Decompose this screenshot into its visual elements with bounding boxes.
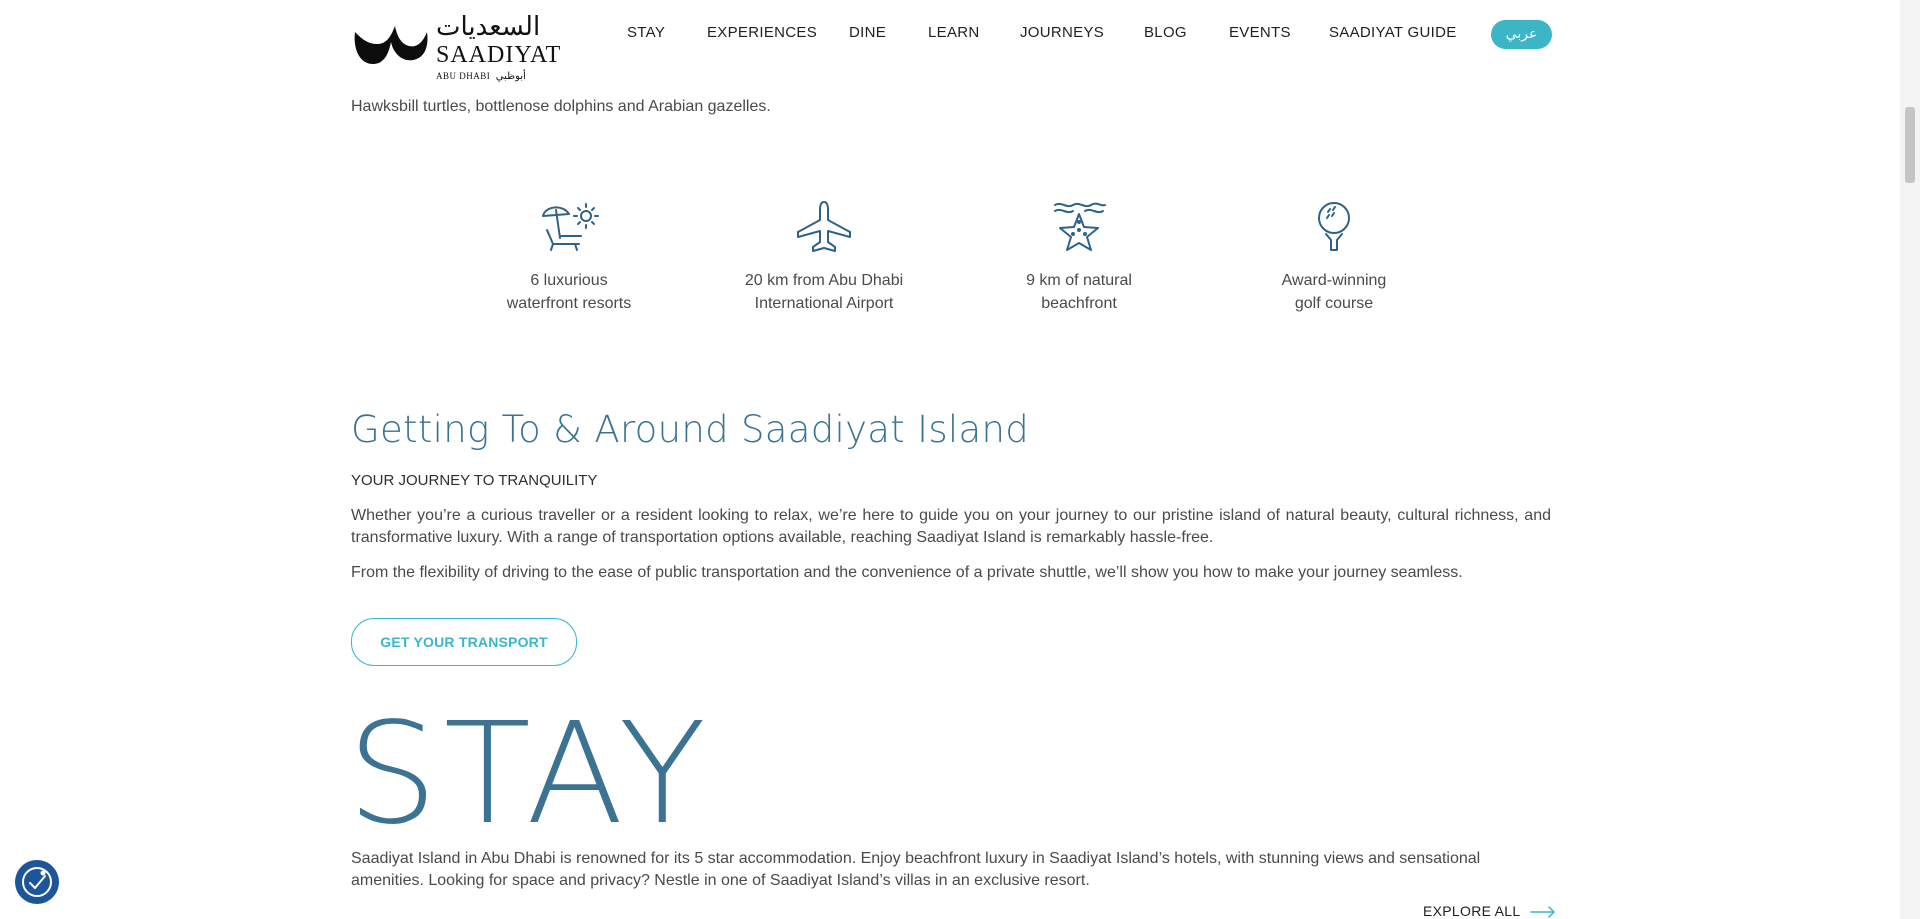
feature-resorts: 6 luxurious waterfront resorts [469,200,669,315]
page: السعديات SAADIYAT ABU DHABI أبوظبي STAY … [0,0,1920,919]
beach-chair-icon [542,203,599,251]
logo-arabic-text: السعديات [436,12,541,42]
arrow-right-icon [1530,906,1555,919]
golf-ball-icon [1318,202,1350,251]
starfish-icon [1054,202,1106,251]
accessibility-icon [22,867,52,897]
getting-around-paragraph-2: From the flexibility of driving to the e… [351,564,1463,581]
page-scrollbar[interactable] [1900,0,1920,919]
feature-line-1: 9 km of natural [1026,272,1132,289]
nav-item-journeys[interactable]: JOURNEYS [1020,24,1104,41]
logo-name-text: SAADIYAT [436,42,562,68]
feature-line-2: beachfront [1041,295,1117,312]
feature-line-2: waterfront resorts [506,295,632,312]
feature-label: Award-winning golf course [1234,269,1434,315]
feature-beachfront: 9 km of natural beachfront [979,200,1179,315]
saadiyat-logo[interactable]: السعديات SAADIYAT ABU DHABI أبوظبي [351,10,560,82]
logo-sub-right: أبوظبي [495,71,526,82]
feature-line-1: 20 km from Abu Dhabi [744,272,904,289]
stay-paragraph: Saadiyat Island in Abu Dhabi is renowned… [351,850,1481,889]
feature-line-1: Award-winning [1281,272,1387,289]
feature-line-2: International Airport [754,295,894,312]
airplane-icon [797,201,851,252]
stay-title: STAY [347,693,713,856]
nav-item-saadiyat-guide[interactable]: SAADIYAT GUIDE [1329,24,1457,41]
scrollbar-thumb[interactable] [1905,107,1915,183]
logo-mark-icon [354,26,428,64]
site-header: السعديات SAADIYAT ABU DHABI أبوظبي STAY … [0,0,1900,84]
nav-item-events[interactable]: EVENTS [1229,24,1291,41]
nav-item-learn[interactable]: LEARN [928,24,980,41]
getting-around-subtitle: YOUR JOURNEY TO TRANQUILITY [351,472,598,489]
get-your-transport-button[interactable]: GET YOUR TRANSPORT [351,618,577,666]
feature-airport: 20 km from Abu Dhabi International Airpo… [724,200,924,315]
feature-label: 6 luxurious waterfront resorts [469,269,669,315]
getting-around-title: Getting To & Around Saadiyat Island [351,408,1029,451]
explore-all-link[interactable]: EXPLORE ALL [1423,903,1556,919]
nav-item-blog[interactable]: BLOG [1144,24,1187,41]
explore-all-label: EXPLORE ALL [1423,903,1520,919]
getting-around-paragraph-1: Whether you’re a curious traveller or a … [351,507,1551,546]
logo-sub-left: ABU DHABI [436,71,491,81]
accessibility-button[interactable] [15,860,59,904]
feature-line-2: golf course [1294,295,1374,312]
feature-label: 20 km from Abu Dhabi International Airpo… [724,269,924,315]
logo-sub-text: ABU DHABI أبوظبي [436,71,526,82]
language-toggle-button[interactable]: عربي [1491,20,1552,49]
intro-text: Hawksbill turtles, bottlenose dolphins a… [351,98,771,115]
nav-item-dine[interactable]: DINE [849,24,886,41]
feature-golf: Award-winning golf course [1234,200,1434,315]
feature-label: 9 km of natural beachfront [979,269,1179,315]
nav-item-experiences[interactable]: EXPERIENCES [707,24,817,41]
nav-item-stay[interactable]: STAY [627,24,665,41]
feature-line-1: 6 luxurious [530,272,608,289]
